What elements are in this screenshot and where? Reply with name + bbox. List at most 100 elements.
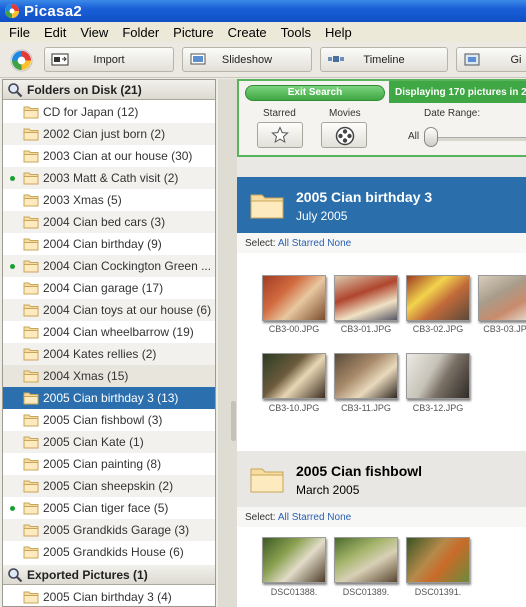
menu-bar: File Edit View Folder Picture Create Too… bbox=[0, 22, 526, 42]
folder-item[interactable]: 2004 Cian bed cars (3) bbox=[3, 211, 215, 233]
photo-thumbnail[interactable] bbox=[478, 275, 526, 321]
folder-name: CD for Japan (12) bbox=[43, 105, 139, 119]
import-label: Import bbox=[93, 53, 125, 66]
folder-name: 2002 Cian just born (2) bbox=[43, 127, 166, 141]
folder-item[interactable]: 2004 Cian birthday (9) bbox=[3, 233, 215, 255]
photo-thumbnail[interactable] bbox=[262, 537, 326, 583]
folder-name: 2005 Cian Kate (1) bbox=[43, 435, 144, 449]
timeline-button[interactable]: Timeline bbox=[320, 47, 448, 72]
starred-filter-label: Starred bbox=[263, 108, 296, 119]
folder-name: 2005 Cian sheepskin (2) bbox=[43, 479, 174, 493]
date-range-track[interactable] bbox=[429, 137, 526, 141]
folder-icon bbox=[23, 370, 39, 383]
folder-icon bbox=[23, 194, 39, 207]
folder-name: 2005 Cian tiger face (5) bbox=[43, 501, 169, 515]
folder-item[interactable]: 2005 Cian painting (8) bbox=[3, 453, 215, 475]
album-header[interactable]: 2005 Cian fishbowl March 2005 bbox=[237, 451, 526, 507]
folder-icon bbox=[23, 150, 39, 163]
photo-thumbnail[interactable] bbox=[334, 353, 398, 399]
folder-list-pane[interactable]: Folders on Disk (21) CD for Japan (12) 20… bbox=[2, 79, 216, 607]
gift-cd-button[interactable]: Gi bbox=[456, 47, 526, 72]
photo-thumbnail[interactable] bbox=[406, 275, 470, 321]
photo-thumbnail[interactable] bbox=[406, 353, 470, 399]
import-button[interactable]: Import bbox=[44, 47, 174, 72]
folder-name: 2004 Cian Cockington Green ... bbox=[43, 259, 212, 273]
select-starred-link[interactable]: Starred bbox=[292, 512, 325, 523]
pane-splitter[interactable] bbox=[218, 79, 237, 607]
photo-thumbnail[interactable] bbox=[406, 537, 470, 583]
menu-view[interactable]: View bbox=[73, 25, 115, 40]
slideshow-label: Slideshow bbox=[221, 53, 273, 66]
star-icon bbox=[271, 126, 289, 144]
folder-icon bbox=[23, 304, 39, 317]
folder-item[interactable]: 2004 Xmas (15) bbox=[3, 365, 215, 387]
menu-help[interactable]: Help bbox=[318, 25, 359, 40]
album-header[interactable]: 2005 Cian birthday 3 July 2005 bbox=[237, 177, 526, 233]
folder-item[interactable]: 2005 Cian sheepskin (2) bbox=[3, 475, 215, 497]
folder-item[interactable]: 2005 Grandkids Garage (3) bbox=[3, 519, 215, 541]
select-all-link[interactable]: All bbox=[278, 512, 289, 523]
exit-search-button[interactable]: Exit Search bbox=[245, 85, 385, 101]
folder-item[interactable]: 2002 Cian just born (2) bbox=[3, 123, 215, 145]
folder-icon bbox=[250, 468, 284, 493]
folder-item[interactable]: 2004 Cian Cockington Green ... bbox=[3, 255, 215, 277]
folder-item[interactable]: 2005 Cian fishbowl (3) bbox=[3, 409, 215, 431]
menu-file[interactable]: File bbox=[2, 25, 37, 40]
menu-picture[interactable]: Picture bbox=[166, 25, 220, 40]
photo-thumbnail[interactable] bbox=[262, 275, 326, 321]
album-spacer bbox=[237, 157, 526, 177]
folder-item[interactable]: 2004 Cian toys at our house (6) bbox=[3, 299, 215, 321]
movies-filter-button[interactable] bbox=[321, 122, 367, 148]
folder-item[interactable]: 2005 Cian birthday 3 (13) bbox=[3, 387, 215, 409]
select-none-link[interactable]: None bbox=[327, 512, 351, 523]
window-title: Picasa2 bbox=[24, 2, 82, 20]
photo-filename: DSC01391. bbox=[414, 587, 462, 597]
folder-name: 2004 Cian bed cars (3) bbox=[43, 215, 166, 229]
menu-folder[interactable]: Folder bbox=[115, 25, 166, 40]
folder-item[interactable]: 2005 Cian birthday 3 (4) bbox=[3, 586, 215, 606]
starred-filter-button[interactable] bbox=[257, 122, 303, 148]
folder-item[interactable]: 2005 Cian Kate (1) bbox=[3, 431, 215, 453]
folder-item[interactable]: 2004 Cian garage (17) bbox=[3, 277, 215, 299]
menu-edit[interactable]: Edit bbox=[37, 25, 73, 40]
folder-name: 2003 Xmas (5) bbox=[43, 193, 122, 207]
folder-item[interactable]: 2004 Kates rellies (2) bbox=[3, 343, 215, 365]
photo-thumbnail[interactable] bbox=[262, 353, 326, 399]
folder-item[interactable]: 2003 Matt & Cath visit (2) bbox=[3, 167, 215, 189]
photo-filename: CB3-00.JPG bbox=[268, 324, 320, 334]
album-title: 2005 Cian birthday 3 bbox=[296, 189, 433, 205]
date-range-slider[interactable] bbox=[424, 127, 438, 147]
slideshow-button[interactable]: Slideshow bbox=[182, 47, 312, 72]
folder-name: 2004 Kates rellies (2) bbox=[43, 347, 157, 361]
folder-icon bbox=[23, 480, 39, 493]
has-starred-indicator bbox=[10, 506, 15, 511]
timeline-label: Timeline bbox=[363, 53, 405, 66]
menu-create[interactable]: Create bbox=[221, 25, 274, 40]
photo-thumbnail[interactable] bbox=[334, 275, 398, 321]
folder-name: 2005 Grandkids House (6) bbox=[43, 545, 184, 559]
splitter-grip[interactable] bbox=[231, 401, 236, 441]
folder-item[interactable]: 2003 Cian at our house (30) bbox=[3, 145, 215, 167]
folder-item[interactable]: 2003 Xmas (5) bbox=[3, 189, 215, 211]
photo-filename: DSC01389. bbox=[342, 587, 390, 597]
exported-pictures-header[interactable]: Exported Pictures (1) bbox=[3, 565, 215, 585]
folder-icon bbox=[23, 106, 39, 119]
photo-thumbnail[interactable] bbox=[334, 537, 398, 583]
photo-filename: DSC01388. bbox=[270, 587, 318, 597]
folder-item[interactable]: CD for Japan (12) bbox=[3, 101, 215, 123]
exported-header-label: Exported Pictures (1) bbox=[27, 567, 148, 582]
folder-icon bbox=[23, 238, 39, 251]
folders-on-disk-header[interactable]: Folders on Disk (21) bbox=[3, 80, 215, 100]
menu-tools[interactable]: Tools bbox=[274, 25, 318, 40]
select-starred-link[interactable]: Starred bbox=[292, 238, 325, 249]
select-none-link[interactable]: None bbox=[327, 238, 351, 249]
folder-icon bbox=[23, 326, 39, 339]
select-all-link[interactable]: All bbox=[278, 238, 289, 249]
folder-name: 2004 Xmas (15) bbox=[43, 369, 129, 383]
picasa-pinwheel-icon[interactable] bbox=[10, 49, 33, 72]
folder-item[interactable]: 2005 Cian tiger face (5) bbox=[3, 497, 215, 519]
folder-icon bbox=[23, 260, 39, 273]
folder-item[interactable]: 2004 Cian wheelbarrow (19) bbox=[3, 321, 215, 343]
album-date: July 2005 bbox=[296, 209, 348, 223]
folder-item[interactable]: 2005 Grandkids House (6) bbox=[3, 541, 215, 563]
